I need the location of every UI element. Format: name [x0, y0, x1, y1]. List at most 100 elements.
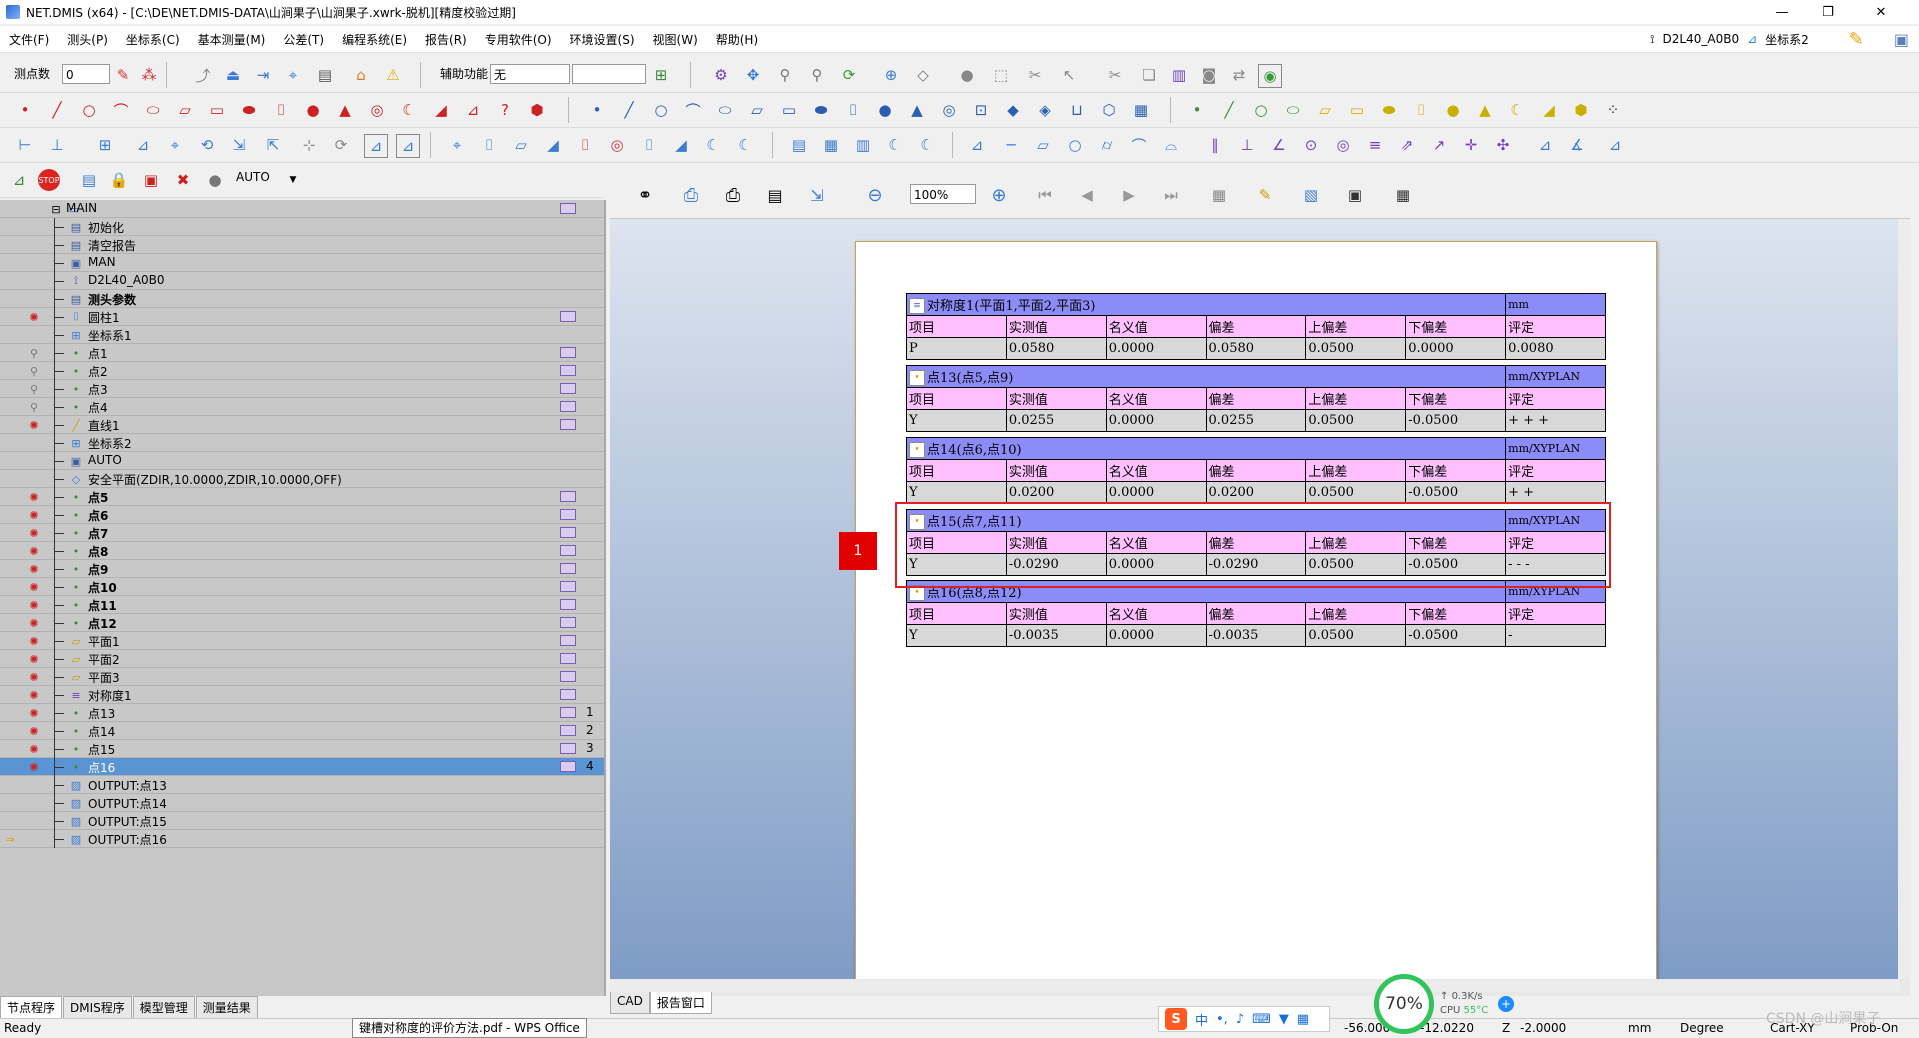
- tol-position-icon[interactable]: ⌖: [446, 134, 468, 156]
- feature-cylinder-icon[interactable]: ⌷: [270, 99, 292, 121]
- feature-pattern-icon[interactable]: ⬢: [526, 99, 548, 121]
- current-coordinate-system[interactable]: 坐标系2: [1765, 31, 1809, 48]
- layout-icon[interactable]: ▦: [1208, 184, 1230, 206]
- aux-function-select[interactable]: 无: [490, 64, 570, 84]
- lightbulb-icon[interactable]: ✺: [26, 507, 42, 523]
- tree-row[interactable]: ⊞ 坐标系2: [0, 434, 604, 452]
- report-output-icon[interactable]: [560, 203, 576, 214]
- lightbulb-icon[interactable]: ✺: [26, 309, 42, 325]
- menu-item[interactable]: 公差(T): [274, 31, 333, 48]
- lightbulb-icon[interactable]: ✺: [26, 561, 42, 577]
- tree-row[interactable]: ⟟ D2L40_A0B0: [0, 272, 604, 290]
- gdt-report-icon[interactable]: ⊿: [1604, 134, 1626, 156]
- tree-row[interactable]: ⊟ ▭ MAIN: [0, 200, 604, 218]
- tree-row[interactable]: ⚲ • 点1: [0, 344, 604, 362]
- dim-point-icon[interactable]: •: [1186, 99, 1208, 121]
- tree-row[interactable]: ✺ • 点6: [0, 506, 604, 524]
- points-tool-icon[interactable]: ⁂: [138, 64, 160, 86]
- report-output-icon[interactable]: [560, 365, 576, 376]
- gdt-symmetry-icon[interactable]: ≡: [1364, 134, 1386, 156]
- tree-row[interactable]: ▤ 初始化: [0, 218, 604, 236]
- feature-edge-icon[interactable]: ⊿: [462, 99, 484, 121]
- tree-row[interactable]: ✺ • 点8: [0, 542, 604, 560]
- save-report-icon[interactable]: ▣: [1344, 184, 1366, 206]
- print-icon[interactable]: ⎙: [722, 184, 744, 206]
- feature-unknown-icon[interactable]: ?: [494, 99, 516, 121]
- tree-row[interactable]: ⚲ • 点4: [0, 398, 604, 416]
- zoom-in-icon[interactable]: ⊕: [988, 184, 1010, 206]
- pen-icon[interactable]: ✎: [1849, 29, 1864, 50]
- report-output-icon[interactable]: [560, 491, 576, 502]
- tree-row[interactable]: ✺ • 点11: [0, 596, 604, 614]
- view-icon[interactable]: ◉: [1258, 64, 1282, 88]
- right-tab[interactable]: 报告窗口: [649, 992, 712, 1014]
- report-output-icon[interactable]: [560, 509, 576, 520]
- gdt-cylindricity-icon[interactable]: ⌭: [1096, 134, 1118, 156]
- dim-curve-icon[interactable]: ☾: [1506, 99, 1528, 121]
- mode-dropdown-icon[interactable]: ▼: [282, 169, 304, 191]
- ime-chinese-icon[interactable]: 中: [1195, 1010, 1208, 1029]
- lightbulb-icon[interactable]: ✺: [26, 723, 42, 739]
- dim-plane-icon[interactable]: ▱: [1314, 99, 1336, 121]
- lightbulb-icon[interactable]: ✺: [26, 597, 42, 613]
- box-icon[interactable]: ◇: [912, 64, 934, 86]
- tree-row[interactable]: ✺ ╱ 直线1: [0, 416, 604, 434]
- tree-row[interactable]: ✺ ⌷ 圆柱1: [0, 308, 604, 326]
- probe-search-icon[interactable]: ⚲: [774, 64, 796, 86]
- vertical-scrollbar[interactable]: [1898, 219, 1910, 979]
- feature-curve-icon[interactable]: ☾: [398, 99, 420, 121]
- run-mode-value[interactable]: AUTO: [236, 170, 270, 184]
- dim-pattern-icon[interactable]: ⬢: [1570, 99, 1592, 121]
- current-line-arrow-icon[interactable]: ⇒: [2, 831, 18, 847]
- tree-row[interactable]: ▣ AUTO: [0, 452, 604, 470]
- dim-circle-icon[interactable]: ○: [1250, 99, 1272, 121]
- report-output-icon[interactable]: [560, 761, 576, 772]
- tree-row[interactable]: ⚲ • 点2: [0, 362, 604, 380]
- feature-rect-icon[interactable]: ▭: [206, 99, 228, 121]
- menu-item[interactable]: 测头(P): [58, 31, 117, 48]
- report-output-icon[interactable]: [560, 707, 576, 718]
- tree-row[interactable]: ✺ • 点16 4: [0, 758, 604, 776]
- ime-apps-icon[interactable]: ▦: [1297, 1012, 1309, 1027]
- camera-icon[interactable]: ◙: [1198, 64, 1220, 86]
- rotate-icon[interactable]: ⟳: [838, 64, 860, 86]
- close-button[interactable]: ✕: [1851, 0, 1911, 24]
- select-icon[interactable]: ⬚: [990, 64, 1012, 86]
- tree-row[interactable]: ✺ ▱ 平面2: [0, 650, 604, 668]
- tol-blue-curve-icon[interactable]: ☾: [702, 134, 724, 156]
- left-tab[interactable]: 测量结果: [195, 996, 258, 1018]
- zoom-probe-icon[interactable]: ⊕: [880, 64, 902, 86]
- scan-edit-icon[interactable]: ☾: [916, 134, 938, 156]
- feature-plane-icon[interactable]: ▱: [174, 99, 196, 121]
- tree-row[interactable]: ▨ OUTPUT:点15: [0, 812, 604, 830]
- feature-circle-icon[interactable]: ○: [78, 99, 100, 121]
- construct-slot-icon[interactable]: ⬬: [810, 99, 832, 121]
- lightbulb-icon[interactable]: ✺: [26, 579, 42, 595]
- tol-blue-cyl-icon[interactable]: ⌷: [638, 134, 660, 156]
- move-icon[interactable]: ⇥: [252, 64, 274, 86]
- report-output-icon[interactable]: [560, 347, 576, 358]
- feature-sphere-icon[interactable]: ●: [302, 99, 324, 121]
- collapse-icon[interactable]: ⊟: [48, 201, 64, 217]
- tree-row[interactable]: ▨ OUTPUT:点14: [0, 794, 604, 812]
- tol-blue-edge-icon[interactable]: ☾: [734, 134, 756, 156]
- sphere-gray-icon[interactable]: ●: [956, 64, 978, 86]
- construct-circle-icon[interactable]: ○: [650, 99, 672, 121]
- menu-item[interactable]: 报告(R): [416, 31, 476, 48]
- probe-hit-icon[interactable]: ⚲: [26, 399, 42, 415]
- gdt-perpendicularity-icon[interactable]: ⊥: [1236, 134, 1258, 156]
- coord-rotate-icon[interactable]: ⟲: [196, 134, 218, 156]
- add-widget-icon[interactable]: +: [1498, 996, 1514, 1012]
- ime-skin-icon[interactable]: ▼: [1279, 1012, 1289, 1027]
- paint-icon[interactable]: ✎: [1254, 184, 1276, 206]
- horizontal-scrollbar[interactable]: [610, 980, 1900, 992]
- maximize-button[interactable]: ❐: [1805, 0, 1851, 24]
- coord-save-icon[interactable]: ⇱: [262, 134, 284, 156]
- menu-item[interactable]: 帮助(H): [707, 31, 767, 48]
- menu-item[interactable]: 编程系统(E): [333, 31, 416, 48]
- gdt-runout-icon[interactable]: ⇗: [1396, 134, 1418, 156]
- construct-arc-icon[interactable]: ⌒: [682, 99, 704, 121]
- joystick-icon[interactable]: ⏏: [222, 64, 244, 86]
- tol-flat-icon[interactable]: ▱: [510, 134, 532, 156]
- dim-rect-icon[interactable]: ▭: [1346, 99, 1368, 121]
